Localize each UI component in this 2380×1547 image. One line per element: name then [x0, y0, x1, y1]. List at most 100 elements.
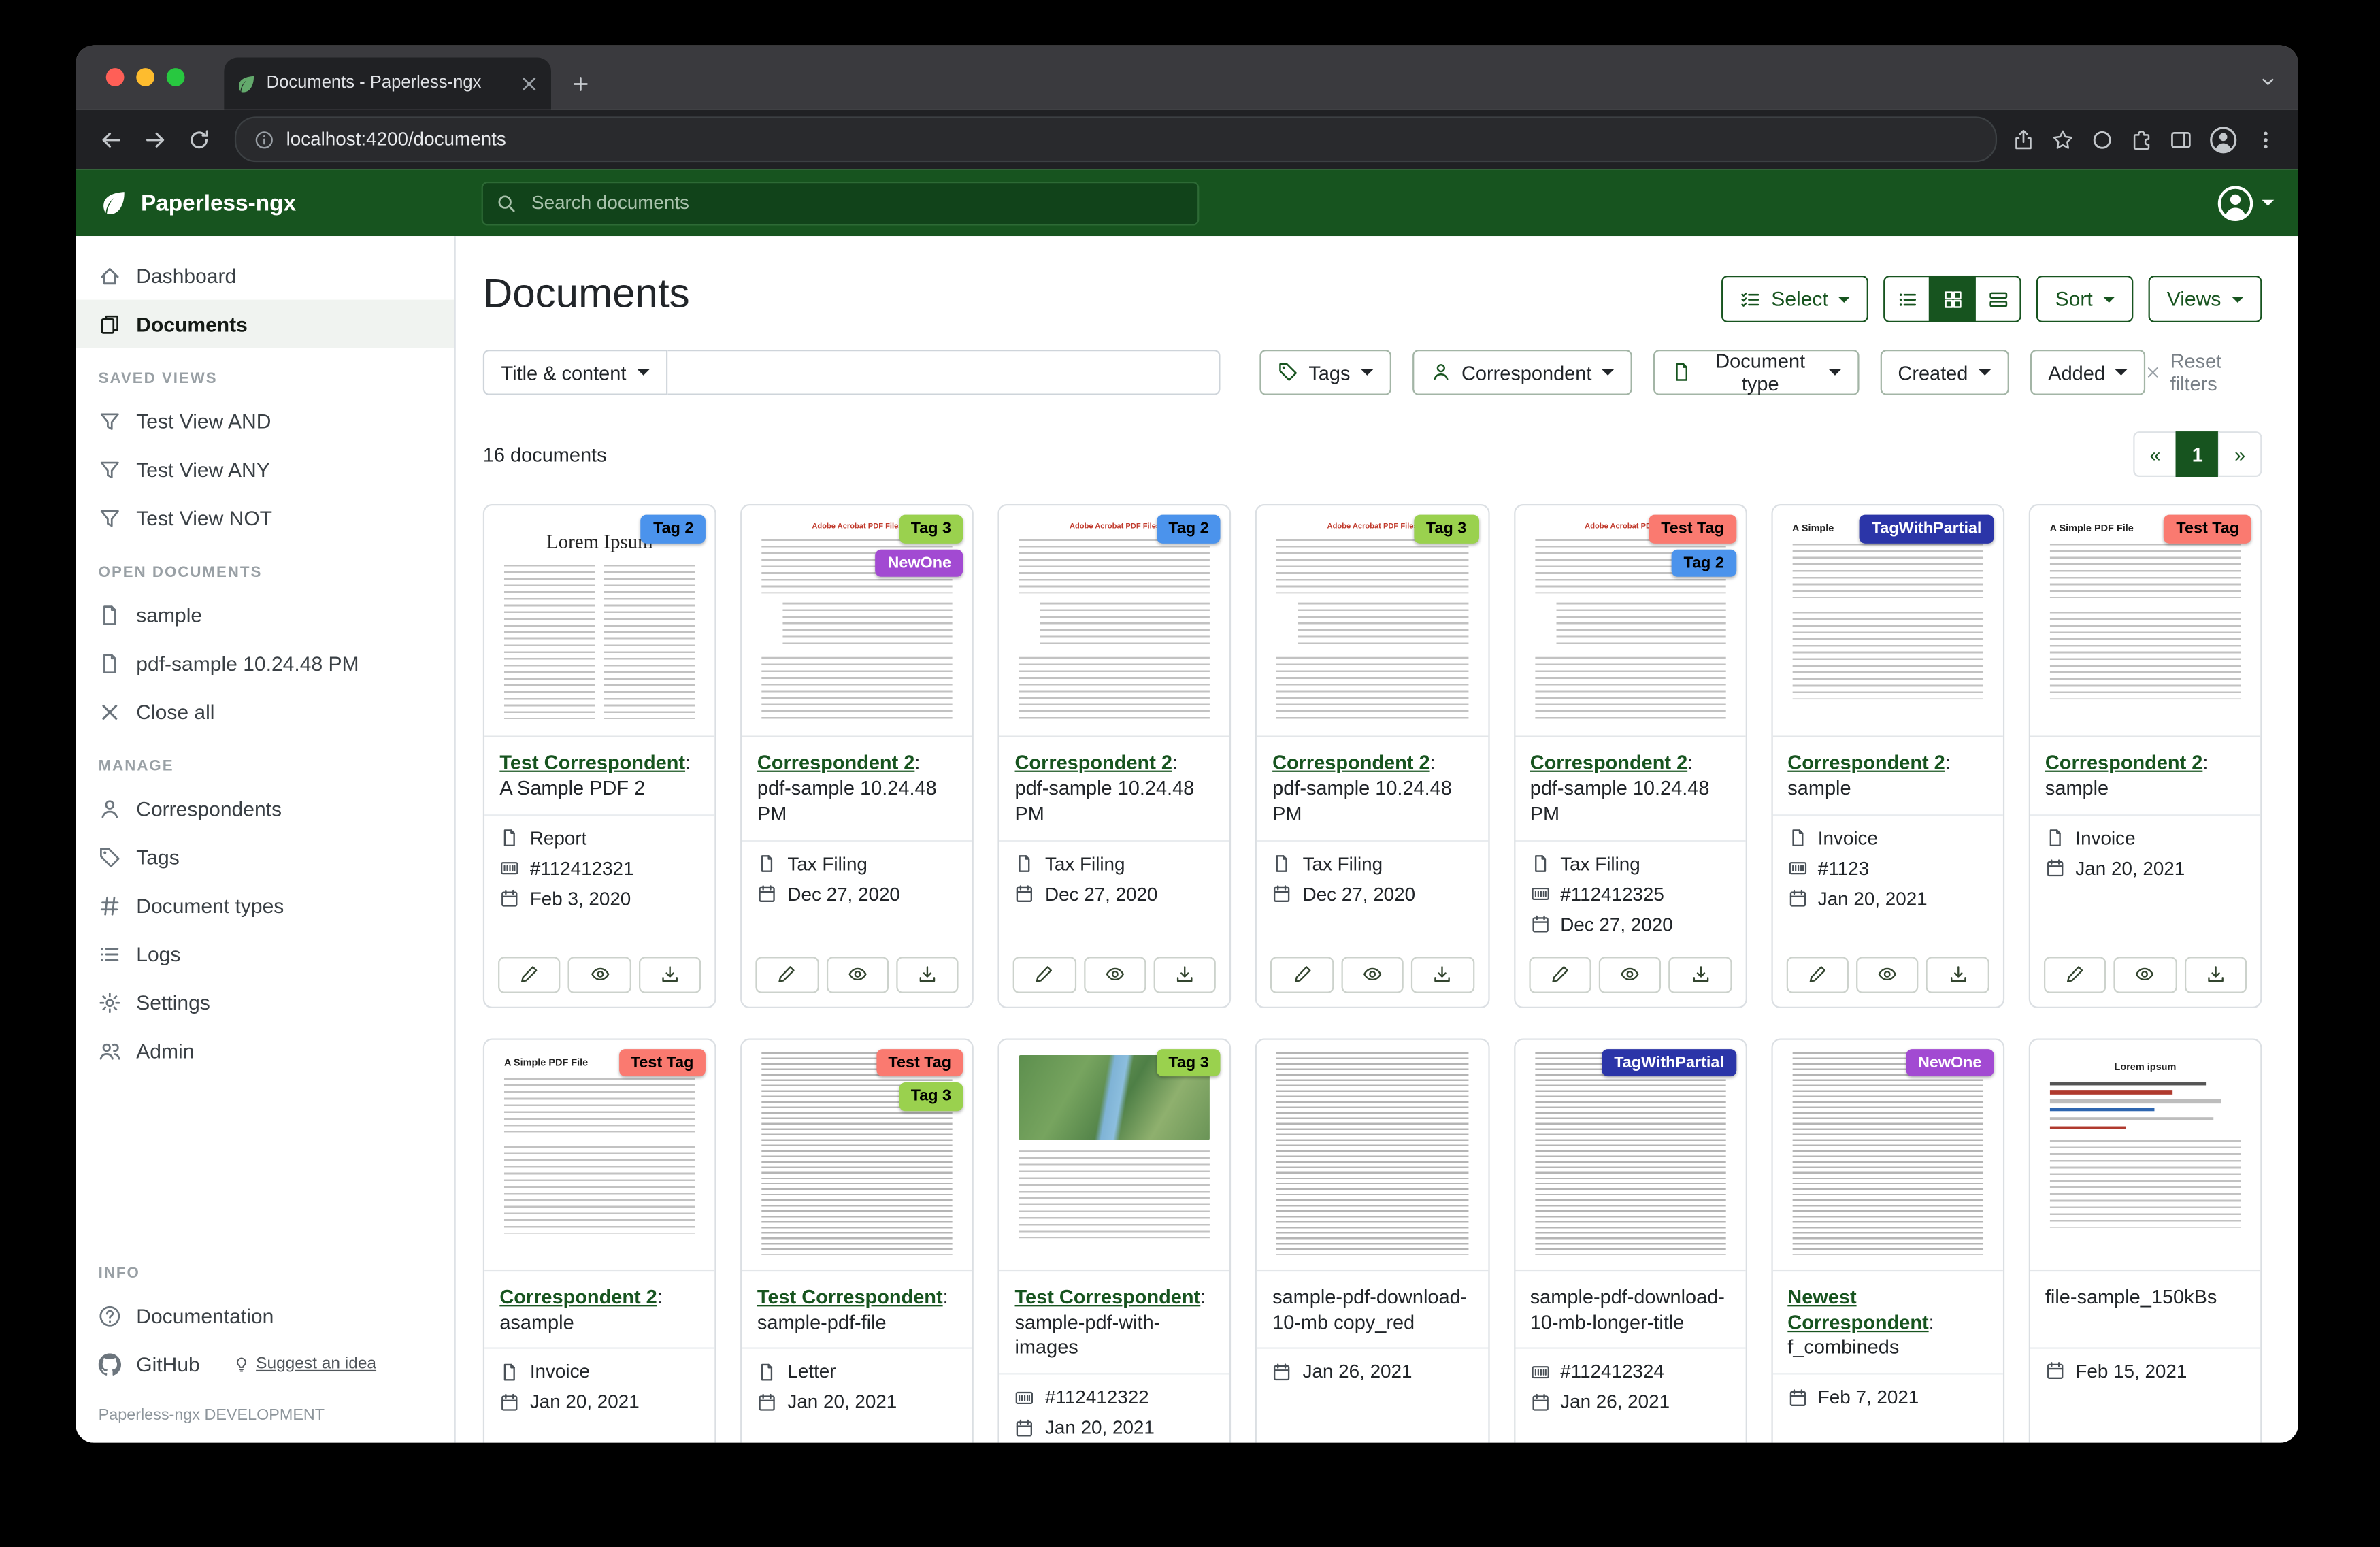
edit-button[interactable] [1528, 957, 1591, 993]
document-thumbnail[interactable]: TagWithPartial [1515, 1039, 1745, 1271]
tag-pill[interactable]: Test Tag [2164, 515, 2251, 543]
sidebar-item-open-doc-pdf-sample[interactable]: pdf-sample 10.24.48 PM [76, 639, 454, 687]
view-grid-button[interactable] [1930, 276, 1977, 322]
window-minimize-button[interactable] [136, 68, 154, 86]
document-thumbnail[interactable]: A SimpleTagWithPartial [1772, 505, 2003, 737]
sidebar-item-document-types[interactable]: Document types [76, 881, 454, 929]
views-button[interactable]: Views [2149, 276, 2262, 322]
brand-logo[interactable]: Paperless-ngx [100, 189, 457, 216]
edit-button[interactable] [2044, 957, 2106, 993]
correspondent-link[interactable]: Correspondent 2 [757, 751, 914, 774]
sidebar-item-settings[interactable]: Settings [76, 978, 454, 1026]
document-thumbnail[interactable]: A Simple PDF FileTest Tag [2030, 505, 2261, 737]
sidebar-item-documentation[interactable]: Documentation [76, 1291, 454, 1340]
download-button[interactable] [638, 957, 701, 993]
sidebar-item-admin[interactable]: Admin [76, 1027, 454, 1075]
sidebar-item-saved-view-not[interactable]: Test View NOT [76, 493, 454, 542]
new-tab-button[interactable] [560, 63, 599, 103]
site-info-icon[interactable] [254, 129, 274, 149]
sidebar-item-documents[interactable]: Documents [76, 300, 454, 348]
search-input[interactable] [529, 190, 1185, 215]
browser-profile-avatar[interactable] [2209, 125, 2238, 154]
sidebar-item-open-doc-sample[interactable]: sample [76, 590, 454, 639]
bookmark-star-icon[interactable] [2051, 128, 2074, 150]
reset-filters-button[interactable]: Reset filters [2146, 350, 2262, 395]
view-button[interactable] [1599, 957, 1662, 993]
download-button[interactable] [896, 957, 959, 993]
tag-pill[interactable]: Tag 3 [1157, 1048, 1221, 1076]
tags-filter-button[interactable]: Tags [1259, 350, 1391, 395]
sidebar-item-saved-view-and[interactable]: Test View AND [76, 397, 454, 445]
created-filter-button[interactable]: Created [1880, 350, 2009, 395]
suggest-id​ea-link[interactable]: Suggest an idea [233, 1355, 376, 1374]
sidebar-item-github[interactable]: GitHub Suggest an idea [76, 1340, 454, 1388]
correspondent-filter-button[interactable]: Correspondent [1412, 350, 1633, 395]
user-menu[interactable] [2217, 184, 2275, 222]
correspondent-link[interactable]: Test Correspondent [499, 751, 685, 774]
document-thumbnail[interactable]: Adobe Acrobat PDF FilesTest TagTag 2 [1515, 505, 1745, 737]
added-filter-button[interactable]: Added [2030, 350, 2146, 395]
tag-pill[interactable]: Tag 3 [899, 1082, 963, 1110]
previous-page-button[interactable]: « [2133, 431, 2177, 477]
share-icon[interactable] [2012, 128, 2034, 150]
extensions-puzzle-icon[interactable] [2130, 128, 2153, 150]
correspondent-link[interactable]: Correspondent 2 [1530, 751, 1687, 774]
download-button[interactable] [1926, 957, 1989, 993]
edit-button[interactable] [1271, 957, 1334, 993]
tag-pill[interactable]: Tag 2 [1157, 515, 1221, 543]
correspondent-link[interactable]: Correspondent 2 [1787, 751, 1945, 774]
extension-circle-icon[interactable] [2091, 128, 2113, 150]
document-thumbnail[interactable] [1257, 1039, 1488, 1271]
document-thumbnail[interactable]: NewOne [1772, 1039, 2003, 1271]
sort-button[interactable]: Sort [2037, 276, 2134, 322]
title-content-dropdown[interactable]: Title & content [483, 350, 667, 395]
edit-button[interactable] [756, 957, 819, 993]
back-button[interactable] [91, 119, 132, 160]
view-button[interactable] [1083, 957, 1146, 993]
tab-search-button[interactable] [2259, 73, 2277, 91]
document-thumbnail[interactable]: Adobe Acrobat PDF FilesTag 3 [1257, 505, 1488, 737]
document-type-filter-button[interactable]: Document type [1654, 350, 1859, 395]
correspondent-link[interactable]: Correspondent 2 [2045, 751, 2202, 774]
document-thumbnail[interactable]: Adobe Acrobat PDF FilesTag 2 [999, 505, 1230, 737]
view-button[interactable] [826, 957, 889, 993]
correspondent-link[interactable]: Test Correspondent [1015, 1284, 1201, 1307]
tag-pill[interactable]: TagWithPartial [1602, 1048, 1736, 1076]
select-button[interactable]: Select [1721, 276, 1869, 322]
correspondent-link[interactable]: Newest Correspondent [1787, 1284, 1928, 1333]
download-button[interactable] [1411, 957, 1474, 993]
next-page-button[interactable]: » [2218, 431, 2262, 477]
view-details-button[interactable] [1975, 276, 2022, 322]
side-panel-icon[interactable] [2170, 128, 2192, 150]
tag-pill[interactable]: Tag 3 [899, 515, 963, 543]
browser-tab[interactable]: Documents - Paperless-ngx [224, 58, 551, 110]
view-button[interactable] [2114, 957, 2177, 993]
page-1-button[interactable]: 1 [2176, 431, 2220, 477]
sidebar-item-tags[interactable]: Tags [76, 833, 454, 881]
tag-pill[interactable]: Test Tag [618, 1048, 706, 1076]
tab-close-icon[interactable] [519, 73, 539, 93]
sidebar-item-dashboard[interactable]: Dashboard [76, 251, 454, 299]
correspondent-link[interactable]: Correspondent 2 [1015, 751, 1172, 774]
address-bar[interactable]: localhost:4200/documents [235, 116, 1997, 162]
sidebar-item-correspondents[interactable]: Correspondents [76, 784, 454, 833]
correspondent-link[interactable]: Test Correspondent [757, 1284, 943, 1307]
document-thumbnail[interactable]: A Simple PDF FileTest Tag [484, 1039, 715, 1271]
document-thumbnail[interactable]: Adobe Acrobat PDF FilesTag 3NewOne [742, 505, 973, 737]
view-list-button[interactable] [1884, 276, 1931, 322]
download-button[interactable] [2184, 957, 2247, 993]
sidebar-item-saved-view-any[interactable]: Test View ANY [76, 445, 454, 493]
edit-button[interactable] [1786, 957, 1849, 993]
download-button[interactable] [1154, 957, 1217, 993]
tag-pill[interactable]: Test Tag [1649, 515, 1736, 543]
title-content-input[interactable] [667, 350, 1220, 395]
tag-pill[interactable]: TagWithPartial [1860, 515, 1994, 543]
reload-button[interactable] [179, 119, 220, 160]
document-thumbnail[interactable]: Tag 3 [999, 1039, 1230, 1271]
edit-button[interactable] [1013, 957, 1076, 993]
tag-pill[interactable]: Tag 2 [641, 515, 706, 543]
tag-pill[interactable]: Tag 3 [1414, 515, 1478, 543]
window-close-button[interactable] [106, 68, 125, 86]
edit-button[interactable] [498, 957, 561, 993]
window-zoom-button[interactable] [167, 68, 185, 86]
